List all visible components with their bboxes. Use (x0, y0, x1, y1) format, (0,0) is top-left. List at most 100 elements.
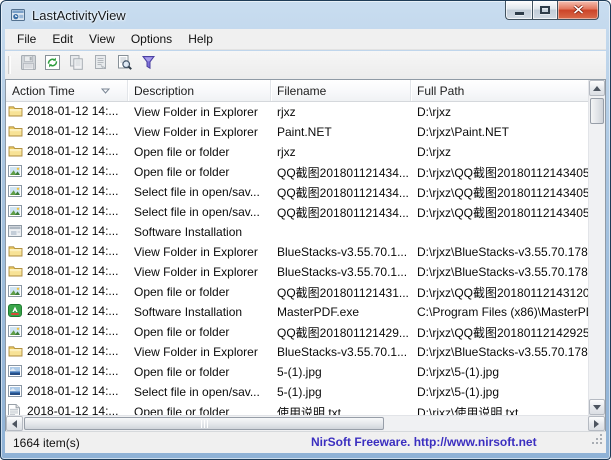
table-row[interactable]: 2018-01-12 14:...Software Installation (6, 222, 588, 242)
full-path-cell-text: C:\Program Files (x86)\MasterPDF (417, 305, 588, 319)
activity-list: Action TimeDescriptionFilenameFull Path … (5, 79, 606, 431)
filename-cell: MasterPDF.exe (271, 305, 411, 319)
horizontal-scroll-thumb[interactable] (24, 417, 384, 430)
vertical-scrollbar[interactable] (588, 80, 605, 415)
column-header-label: Description (134, 84, 194, 98)
filename-cell: BlueStacks-v3.55.70.1... (271, 245, 411, 259)
description-cell-text: Software Installation (134, 225, 242, 239)
find-button[interactable] (112, 53, 136, 77)
action-time-cell: 2018-01-12 14:... (6, 304, 128, 320)
column-header-label: Filename (277, 84, 326, 98)
filename-cell: rjxz (271, 145, 411, 159)
table-row[interactable]: 2018-01-12 14:...Select file in open/sav… (6, 382, 588, 402)
menu-item-view[interactable]: View (81, 29, 123, 49)
image-icon (8, 285, 23, 300)
filename-cell-text: QQ截图201801121431... (277, 286, 409, 300)
action-time-cell-text: 2018-01-12 14:... (27, 244, 118, 258)
table-row[interactable]: 2018-01-12 14:...View Folder in Explorer… (6, 242, 588, 262)
full-path-cell: D:\rjxz\QQ截图20180112142925 (411, 324, 588, 341)
menu-item-help[interactable]: Help (180, 29, 221, 49)
action-time-cell: 2018-01-12 14:... (6, 264, 128, 280)
filename-cell-text: BlueStacks-v3.55.70.1... (277, 345, 407, 359)
table-row[interactable]: 2018-01-12 14:...Select file in open/sav… (6, 202, 588, 222)
maximize-button[interactable] (532, 1, 558, 20)
action-time-cell-text: 2018-01-12 14:... (27, 124, 118, 138)
full-path-cell-text: D:\rjxz\QQ截图20180112143120 (417, 286, 588, 300)
column-header-description[interactable]: Description (128, 80, 271, 102)
properties-button[interactable] (88, 53, 112, 77)
filename-cell: 使用说明.txt (271, 404, 411, 416)
caption-buttons (505, 1, 599, 20)
copy-button[interactable] (64, 53, 88, 77)
filename-cell: Paint.NET (271, 125, 411, 139)
action-time-cell-text: 2018-01-12 14:... (27, 184, 118, 198)
arrow-right-icon (594, 420, 599, 428)
description-cell-text: Software Installation (134, 305, 242, 319)
filename-cell: QQ截图201801121429... (271, 324, 411, 341)
table-row[interactable]: 2018-01-12 14:...View Folder in Explorer… (6, 342, 588, 362)
filename-cell-text: Paint.NET (277, 125, 332, 139)
description-cell-text: View Folder in Explorer (134, 125, 258, 139)
table-row[interactable]: 2018-01-12 14:...View Folder in Explorer… (6, 102, 588, 122)
table-row[interactable]: 2018-01-12 14:...View Folder in Explorer… (6, 262, 588, 282)
toolbar-gripper (8, 56, 11, 74)
table-row[interactable]: 2018-01-12 14:... Software Installation Ma… (6, 302, 588, 322)
table-row[interactable]: 2018-01-12 14:...Open file or folder使用说明… (6, 402, 588, 415)
column-header-row: Action Time Description Filename Full Path (6, 80, 588, 102)
horizontal-scrollbar[interactable] (6, 415, 605, 431)
app-window-icon (8, 225, 23, 240)
item-count-label: 1664 item(s) (13, 436, 80, 450)
column-header-full-path[interactable]: Full Path (411, 80, 588, 102)
scroll-down-button[interactable] (589, 399, 605, 415)
folder-icon (8, 244, 23, 260)
lastactivityview-app-icon (10, 7, 26, 23)
filename-cell: QQ截图201801121434... (271, 184, 411, 201)
find-icon (116, 54, 133, 76)
filename-cell-text: QQ截图201801121434... (277, 166, 409, 180)
full-path-cell: D:\rjxz\5-(1).jpg (411, 385, 588, 399)
action-time-cell-text: 2018-01-12 14:... (27, 284, 118, 298)
vertical-scroll-thumb[interactable] (590, 98, 604, 124)
titlebar[interactable]: LastActivityView (1, 1, 610, 29)
column-header-filename[interactable]: Filename (271, 80, 411, 102)
full-path-cell: D:\rjxz\Paint.NET (411, 125, 588, 139)
description-cell: View Folder in Explorer (128, 105, 271, 119)
table-row[interactable]: 2018-01-12 14:...Select file in open/sav… (6, 182, 588, 202)
refresh-button[interactable] (40, 53, 64, 77)
menu-item-edit[interactable]: Edit (44, 29, 81, 49)
table-row[interactable]: 2018-01-12 14:...Open file or folderQQ截图… (6, 322, 588, 342)
folder-icon (8, 144, 23, 160)
action-time-cell: 2018-01-12 14:... (6, 244, 128, 260)
action-time-cell: 2018-01-12 14:... (6, 384, 128, 400)
arrow-left-icon (12, 420, 17, 428)
text-file-icon (8, 404, 23, 415)
table-row[interactable]: 2018-01-12 14:... View Folder in Explorer… (6, 122, 588, 142)
save-button[interactable] (16, 53, 40, 77)
advanced-options-button[interactable] (136, 53, 160, 77)
description-cell: Open file or folder (128, 405, 271, 415)
action-time-cell: 2018-01-12 14:... (6, 324, 128, 340)
table-row[interactable]: 2018-01-12 14:...Open file or folderQQ截图… (6, 162, 588, 182)
action-time-cell-text: 2018-01-12 14:... (27, 264, 118, 278)
scroll-up-button[interactable] (589, 80, 605, 96)
resize-grip[interactable] (591, 433, 604, 451)
image-icon (8, 325, 23, 340)
full-path-cell-text: D:\rjxz\BlueStacks-v3.55.70.178 (417, 245, 588, 259)
minimize-button[interactable] (505, 1, 532, 20)
nirsoft-website-link[interactable]: NirSoft Freeware. http://www.nirsoft.net (311, 435, 537, 449)
column-header-action-time[interactable]: Action Time (6, 80, 128, 102)
menu-item-options[interactable]: Options (123, 29, 180, 49)
table-row[interactable]: 2018-01-12 14:...Open file or folder5-(1… (6, 362, 588, 382)
close-button[interactable] (558, 1, 599, 20)
column-header-label: Action Time (12, 84, 75, 98)
menu-item-file[interactable]: File (9, 29, 44, 49)
table-row[interactable]: 2018-01-12 14:...Open file or folderQQ截图… (6, 282, 588, 302)
full-path-cell-text: D:\rjxz\BlueStacks-v3.55.70.178 (417, 345, 588, 359)
filename-cell-text: rjxz (277, 105, 296, 119)
description-cell-text: Open file or folder (134, 165, 229, 179)
scroll-left-button[interactable] (6, 416, 23, 431)
description-cell: Select file in open/sav... (128, 385, 271, 399)
description-cell-text: View Folder in Explorer (134, 345, 258, 359)
scroll-right-button[interactable] (588, 416, 605, 431)
table-row[interactable]: 2018-01-12 14:...Open file or folderrjxz… (6, 142, 588, 162)
